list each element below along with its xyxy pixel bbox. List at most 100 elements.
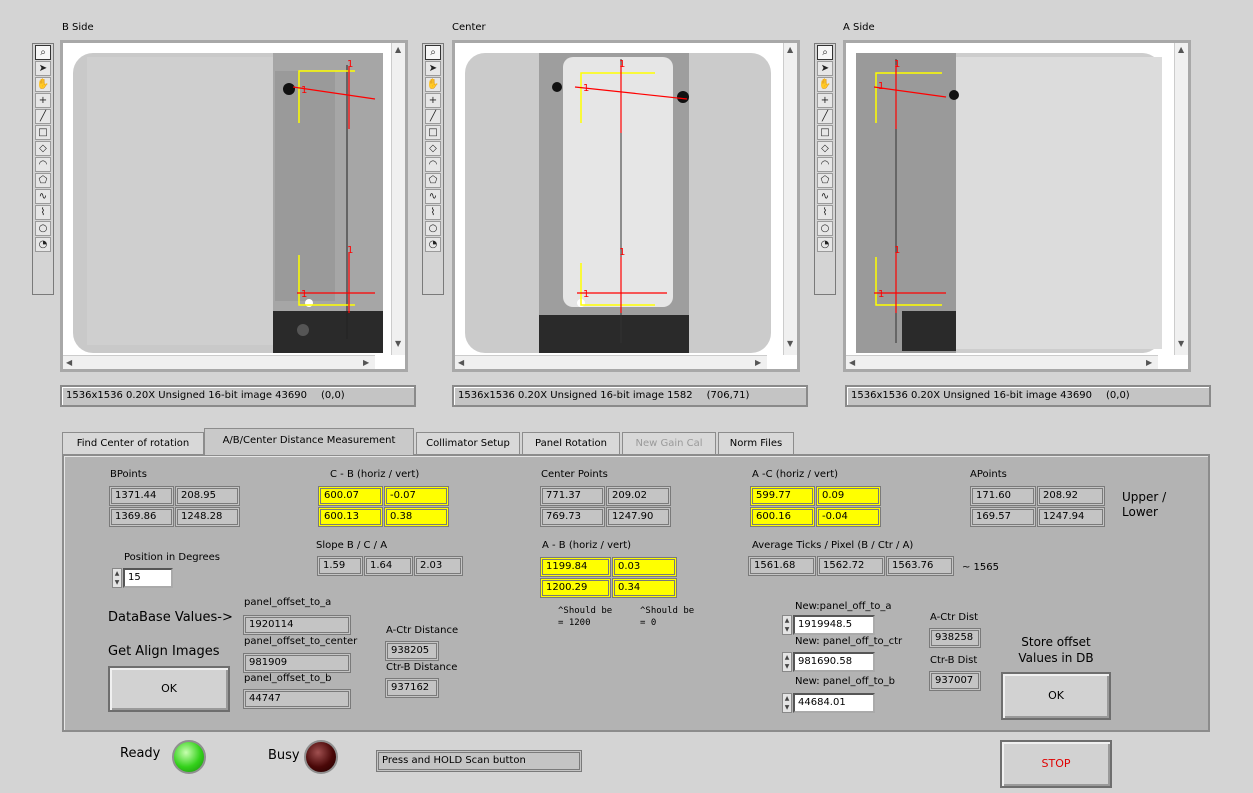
freehand-icon[interactable]: ∿: [425, 189, 441, 204]
image-display[interactable]: 1 1 1 1 ▲ ▼ ◀ ▶: [843, 40, 1191, 372]
scroll-left-icon[interactable]: ◀: [458, 358, 464, 367]
scroll-down-icon[interactable]: ▼: [395, 339, 401, 348]
stop-button[interactable]: STOP: [1000, 740, 1112, 788]
position-input[interactable]: 15: [123, 568, 173, 588]
image-display[interactable]: 1 1 1 1 ▲ ▼ ◀ ▶: [60, 40, 408, 372]
image-info-bar: 1536x1536 0.20X Unsigned 16-bit image 15…: [452, 385, 808, 407]
scroll-left-icon[interactable]: ◀: [66, 358, 72, 367]
line-icon[interactable]: ╱: [425, 109, 441, 124]
roi-marker-label: 1: [347, 245, 353, 256]
horizontal-scrollbar[interactable]: ◀ ▶: [63, 355, 375, 369]
new-offset-to-b-stepper[interactable]: ▲ ▼: [782, 693, 792, 713]
annulus-arc-icon[interactable]: ◔: [425, 237, 441, 252]
scroll-left-icon[interactable]: ◀: [849, 358, 855, 367]
zoom-icon[interactable]: ⌕: [35, 45, 51, 60]
line-icon[interactable]: ╱: [35, 109, 51, 124]
rotated-rectangle-icon[interactable]: ◇: [817, 141, 833, 156]
zoom-icon[interactable]: ⌕: [817, 45, 833, 60]
pointer-icon[interactable]: ➤: [817, 61, 833, 76]
a-minus-b-upper-horiz: 1199.84: [540, 557, 611, 577]
annulus-arc-icon[interactable]: ◔: [35, 237, 51, 252]
tab-norm-files[interactable]: Norm Files: [718, 432, 794, 454]
new-offset-to-ctr-input[interactable]: 981690.58: [793, 652, 875, 672]
polygon-icon[interactable]: ⬠: [35, 173, 51, 188]
horizontal-scrollbar[interactable]: ◀ ▶: [455, 355, 767, 369]
a-minus-c-upper-vert: 0.09: [816, 486, 881, 506]
scroll-up-icon[interactable]: ▲: [787, 45, 793, 54]
store-offset-button[interactable]: OK: [1001, 672, 1111, 720]
roi-marker-label: 1: [301, 85, 307, 96]
roi-marker-label: 1: [619, 59, 625, 70]
new-offset-to-ctr-stepper[interactable]: ▲ ▼: [782, 652, 792, 672]
tab-collimator-setup[interactable]: Collimator Setup: [416, 432, 520, 454]
crosshair-icon[interactable]: +: [425, 93, 441, 108]
vertical-scrollbar[interactable]: ▲ ▼: [391, 43, 405, 355]
tab-distance-measurement[interactable]: A/B/Center Distance Measurement: [204, 428, 414, 455]
scroll-right-icon[interactable]: ▶: [363, 358, 369, 367]
polygon-icon[interactable]: ⬠: [817, 173, 833, 188]
scroll-down-icon[interactable]: ▼: [1178, 339, 1184, 348]
a-minus-b-label: A - B (horiz / vert): [542, 540, 632, 551]
annulus-icon[interactable]: ◠: [425, 157, 441, 172]
viewer-title: B Side: [62, 22, 94, 33]
horizontal-scrollbar[interactable]: ◀ ▶: [846, 355, 1158, 369]
freehand-icon[interactable]: ∿: [817, 189, 833, 204]
rotated-rectangle-icon[interactable]: ◇: [35, 141, 51, 156]
rectangle-icon[interactable]: □: [817, 125, 833, 140]
image-display[interactable]: 1 1 1 1 ▲ ▼ ◀ ▶: [452, 40, 800, 372]
oval-icon[interactable]: ○: [425, 221, 441, 236]
pan-icon[interactable]: ✋: [425, 77, 441, 92]
image-info-bar: 1536x1536 0.20X Unsigned 16-bit image 43…: [60, 385, 416, 407]
new-offset-to-b-label: New: panel_off_to_b: [795, 676, 895, 687]
image-info: 1536x1536 0.20X Unsigned 16-bit image 43…: [66, 390, 307, 401]
pointer-icon[interactable]: ➤: [425, 61, 441, 76]
tab-find-center-of-rotation[interactable]: Find Center of rotation: [62, 432, 204, 454]
annulus-arc-icon[interactable]: ◔: [817, 237, 833, 252]
crosshair-icon[interactable]: +: [817, 93, 833, 108]
vertical-scrollbar[interactable]: ▲ ▼: [783, 43, 797, 355]
rectangle-icon[interactable]: □: [35, 125, 51, 140]
rotated-rectangle-icon[interactable]: ◇: [425, 141, 441, 156]
new-offset-to-b-input[interactable]: 44684.01: [793, 693, 875, 713]
image-info-bar: 1536x1536 0.20X Unsigned 16-bit image 43…: [845, 385, 1211, 407]
oval-icon[interactable]: ○: [35, 221, 51, 236]
c-minus-b-lower-horiz: 600.13: [318, 507, 383, 527]
roi-marker-label: 1: [583, 289, 589, 300]
oval-icon[interactable]: ○: [817, 221, 833, 236]
line-icon[interactable]: ╱: [817, 109, 833, 124]
xray-image: 1 1 1 1: [846, 43, 1176, 355]
pan-icon[interactable]: ✋: [817, 77, 833, 92]
bpoints-lower-y: 1248.28: [175, 507, 240, 527]
scroll-up-icon[interactable]: ▲: [1178, 45, 1184, 54]
new-offset-to-a-stepper[interactable]: ▲ ▼: [782, 615, 792, 635]
apoints-upper-y: 208.92: [1037, 486, 1105, 506]
position-stepper[interactable]: ▲ ▼: [112, 568, 122, 588]
crosshair-icon[interactable]: +: [35, 93, 51, 108]
scroll-right-icon[interactable]: ▶: [1146, 358, 1152, 367]
a-minus-b-lower-vert: 0.34: [612, 578, 677, 598]
broken-line-icon[interactable]: ⌇: [425, 205, 441, 220]
broken-line-icon[interactable]: ⌇: [35, 205, 51, 220]
scroll-up-icon[interactable]: ▲: [395, 45, 401, 54]
new-offset-to-a-input[interactable]: 1919948.5: [793, 615, 875, 635]
slope-c: 1.64: [364, 556, 413, 576]
tab-panel-rotation[interactable]: Panel Rotation: [522, 432, 620, 454]
pointer-icon[interactable]: ➤: [35, 61, 51, 76]
db-offset-to-a-label: panel_offset_to_a: [244, 597, 332, 608]
get-align-images-button[interactable]: OK: [108, 666, 230, 712]
vertical-scrollbar[interactable]: ▲ ▼: [1174, 43, 1188, 355]
rectangle-icon[interactable]: □: [425, 125, 441, 140]
avg-ticks-approx: ~ 1565: [962, 562, 1000, 573]
roi-marker-label: 1: [894, 59, 900, 70]
zoom-icon[interactable]: ⌕: [425, 45, 441, 60]
freehand-icon[interactable]: ∿: [35, 189, 51, 204]
scroll-right-icon[interactable]: ▶: [755, 358, 761, 367]
pan-icon[interactable]: ✋: [35, 77, 51, 92]
avg-ticks-a: 1563.76: [886, 556, 954, 576]
annulus-icon[interactable]: ◠: [817, 157, 833, 172]
scroll-down-icon[interactable]: ▼: [787, 339, 793, 348]
annulus-icon[interactable]: ◠: [35, 157, 51, 172]
broken-line-icon[interactable]: ⌇: [817, 205, 833, 220]
polygon-icon[interactable]: ⬠: [425, 173, 441, 188]
bpoints-label: BPoints: [110, 469, 147, 480]
